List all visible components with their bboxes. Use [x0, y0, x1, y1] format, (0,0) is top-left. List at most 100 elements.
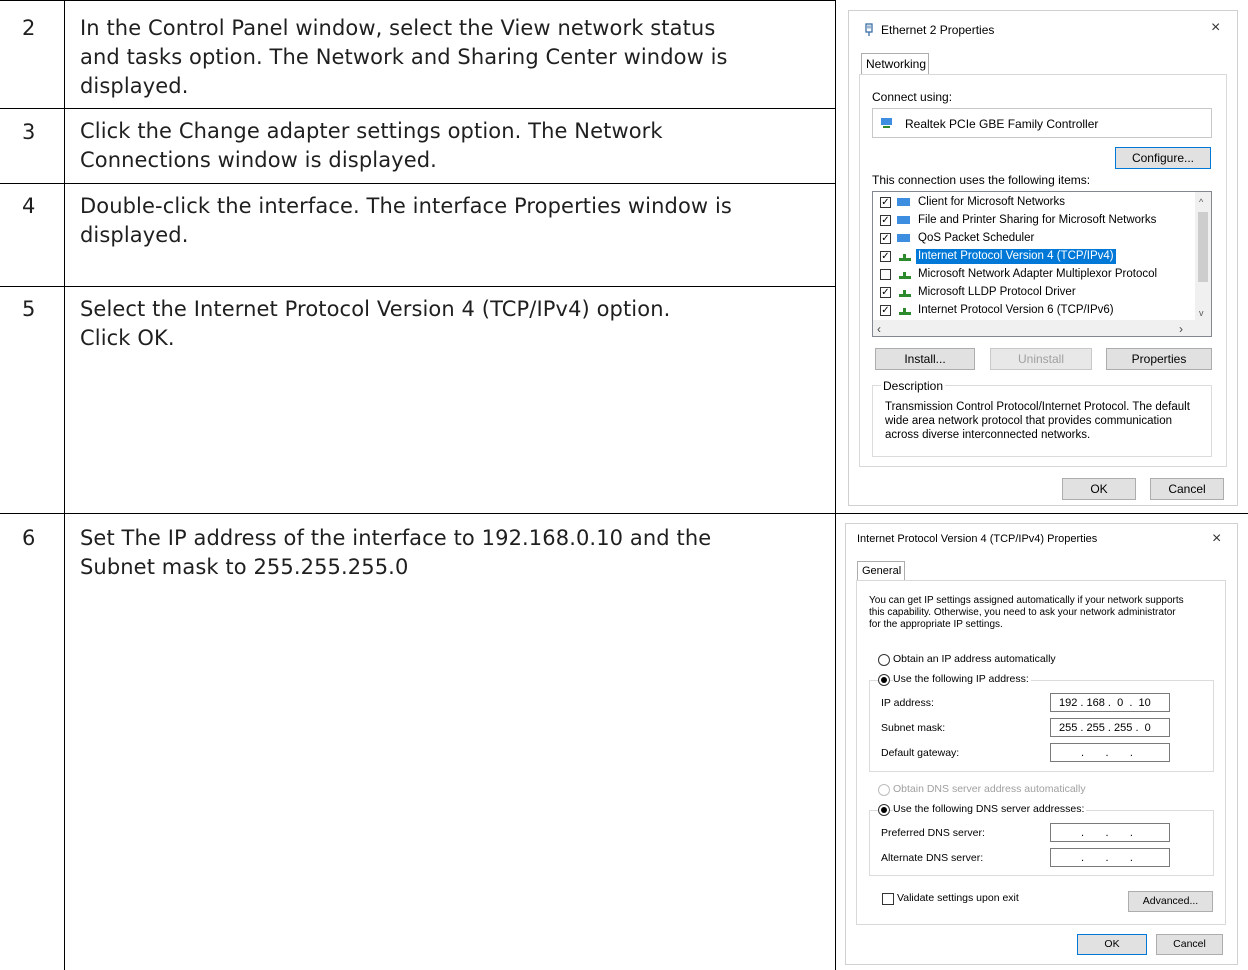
default-gateway-label: Default gateway:	[881, 747, 960, 759]
use-following-dns-label: Use the following DNS server addresses:	[893, 803, 1087, 815]
obtain-dns-auto-label: Obtain DNS server address automatically	[893, 783, 1086, 795]
use-following-ip-label: Use the following IP address:	[893, 673, 1031, 685]
step-line: In the Control Panel window, select the …	[80, 16, 716, 40]
list-item[interactable]: ✓ QoS Packet Scheduler	[873, 230, 1211, 248]
description-label: Description	[881, 379, 946, 393]
item-checkbox[interactable]: ✓	[880, 233, 891, 244]
description-line: Transmission Control Protocol/Internet P…	[885, 401, 1190, 413]
item-label: Microsoft LLDP Protocol Driver	[918, 286, 1076, 298]
scroll-left-icon[interactable]: ‹	[877, 320, 881, 336]
item-label: Internet Protocol Version 6 (TCP/IPv6)	[918, 304, 1114, 316]
scroll-right-icon[interactable]: ›	[1179, 320, 1183, 336]
list-item[interactable]: ✓ Internet Protocol Version 4 (TCP/IPv4)	[873, 248, 1211, 266]
item-label: Client for Microsoft Networks	[918, 196, 1065, 208]
step-line: Select the Internet Protocol Version 4 (…	[80, 297, 671, 321]
table-rule	[0, 513, 1248, 514]
general-panel: You can get IP settings assigned automat…	[856, 580, 1226, 925]
obtain-dns-auto-radio[interactable]	[878, 784, 890, 796]
install-button[interactable]: Install...	[875, 348, 975, 370]
table-rule	[0, 0, 836, 1]
cancel-button[interactable]: Cancel	[1150, 478, 1224, 500]
close-icon[interactable]: ×	[1211, 19, 1220, 37]
step-line: displayed.	[80, 223, 189, 247]
preferred-dns-input[interactable]: . . .	[1050, 823, 1170, 842]
table-rule	[0, 108, 836, 109]
items-list[interactable]: ✓ Client for Microsoft Networks ✓ File and …	[872, 191, 1212, 337]
advanced-button[interactable]: Advanced...	[1128, 891, 1213, 912]
item-label: File and Printer Sharing for Microsoft N…	[918, 214, 1157, 226]
description-line: across diverse interconnected networks.	[885, 429, 1091, 441]
cancel-button[interactable]: Cancel	[1156, 934, 1223, 955]
step-line: and tasks option. The Network and Sharin…	[80, 45, 728, 69]
intro-line: for the appropriate IP settings.	[869, 619, 1003, 630]
table-rule	[835, 0, 836, 970]
step-number: 6	[22, 526, 36, 550]
subnet-mask-label: Subnet mask:	[881, 722, 946, 734]
use-following-ip-radio[interactable]	[878, 674, 890, 686]
items-label: This connection uses the following items…	[872, 173, 1091, 187]
scrollbar-thumb[interactable]	[1198, 212, 1208, 282]
item-label: Internet Protocol Version 4 (TCP/IPv4)	[916, 249, 1116, 264]
step-text: Set The IP address of the interface to 1…	[80, 524, 820, 582]
step-line: Subnet mask to 255.255.255.0	[80, 555, 409, 579]
item-checkbox[interactable]: ✓	[880, 215, 891, 226]
vertical-scrollbar[interactable]: ^ v	[1195, 192, 1211, 320]
ipv4-properties-dialog: Internet Protocol Version 4 (TCP/IPv4) P…	[845, 523, 1238, 965]
list-item[interactable]: ✓ Internet Protocol Version 6 (TCP/IPv6)	[873, 302, 1211, 320]
step-line: Connections window is displayed.	[80, 148, 437, 172]
list-item[interactable]: Microsoft Network Adapter Multiplexor Pr…	[873, 266, 1211, 284]
adapter-field: Realtek PCIe GBE Family Controller	[872, 108, 1212, 138]
validate-checkbox[interactable]	[882, 893, 894, 905]
item-checkbox[interactable]	[880, 269, 891, 280]
table-rule	[64, 0, 65, 970]
step-text: Click the Change adapter settings option…	[80, 117, 820, 175]
step-line: Click the Change adapter settings option…	[80, 119, 663, 143]
ok-button[interactable]: OK	[1077, 934, 1147, 955]
configure-button[interactable]: Configure...	[1115, 147, 1211, 169]
list-item[interactable]: ✓ Client for Microsoft Networks	[873, 194, 1211, 212]
use-following-dns-radio[interactable]	[878, 804, 890, 816]
tab-networking[interactable]: Networking	[861, 53, 929, 75]
item-checkbox[interactable]: ✓	[880, 305, 891, 316]
properties-button[interactable]: Properties	[1106, 348, 1212, 370]
ip-address-input[interactable]: 192 . 168 . 0 . 10	[1050, 693, 1170, 712]
protocol-icon	[897, 198, 911, 208]
description-text: Transmission Control Protocol/Internet P…	[885, 400, 1190, 442]
validate-label: Validate settings upon exit	[897, 892, 1019, 904]
alternate-dns-input[interactable]: . . .	[1050, 848, 1170, 867]
alternate-dns-label: Alternate DNS server:	[881, 852, 984, 864]
dialog-title: Ethernet 2 Properties	[881, 23, 995, 37]
step-number: 3	[22, 120, 36, 144]
step-line: displayed.	[80, 74, 189, 98]
preferred-dns-label: Preferred DNS server:	[881, 827, 985, 839]
item-checkbox[interactable]: ✓	[880, 287, 891, 298]
protocol-icon	[897, 270, 911, 280]
list-item[interactable]: ✓ Microsoft LLDP Protocol Driver	[873, 284, 1211, 302]
step-text: Double-click the interface. The interfac…	[80, 192, 820, 250]
description-line: wide area network protocol that provides…	[885, 415, 1173, 427]
ok-button[interactable]: OK	[1062, 478, 1136, 500]
horizontal-scrollbar[interactable]: ‹ ›	[873, 320, 1211, 336]
adapter-name: Realtek PCIe GBE Family Controller	[905, 117, 1099, 131]
scroll-up-icon[interactable]: ^	[1199, 193, 1203, 211]
table-rule	[0, 183, 836, 184]
table-rule	[0, 286, 836, 287]
step-number: 4	[22, 194, 36, 218]
item-checkbox[interactable]: ✓	[880, 251, 891, 262]
step-number: 5	[22, 297, 36, 321]
networking-panel: Connect using: Realtek PCIe GBE Family C…	[859, 74, 1227, 467]
protocol-icon	[897, 288, 911, 298]
obtain-ip-auto-radio[interactable]	[878, 654, 890, 666]
item-label: Microsoft Network Adapter Multiplexor Pr…	[918, 268, 1158, 280]
tab-general[interactable]: General	[857, 561, 905, 581]
uninstall-button[interactable]: Uninstall	[990, 348, 1092, 370]
ethernet-properties-dialog: Ethernet 2 Properties × Networking Conne…	[848, 10, 1238, 506]
description-group: Description Transmission Control Protoco…	[872, 379, 1212, 457]
step-text: Select the Internet Protocol Version 4 (…	[80, 295, 820, 353]
close-icon[interactable]: ×	[1212, 530, 1221, 548]
subnet-mask-input[interactable]: 255 . 255 . 255 . 0	[1050, 718, 1170, 737]
item-checkbox[interactable]: ✓	[880, 197, 891, 208]
list-item[interactable]: ✓ File and Printer Sharing for Microsoft …	[873, 212, 1211, 230]
default-gateway-input[interactable]: . . .	[1050, 743, 1170, 762]
dialog-title: Internet Protocol Version 4 (TCP/IPv4) P…	[857, 533, 1098, 545]
